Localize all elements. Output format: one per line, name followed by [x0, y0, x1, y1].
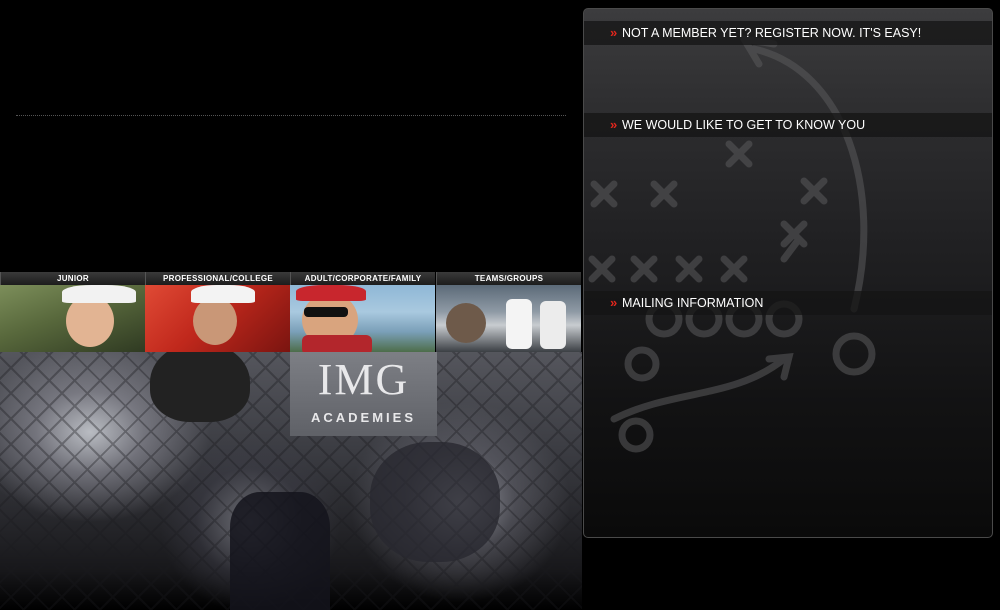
batter-helmet	[150, 352, 250, 422]
category-label: ADULT/CORPORATE/FAMILY	[290, 272, 435, 285]
section-label: MAILING INFORMATION	[622, 296, 764, 310]
category-adult-corporate-family[interactable]: ADULT/CORPORATE/FAMILY	[290, 272, 435, 352]
chevron-right-icon: »	[610, 25, 618, 40]
coach-silhouette	[370, 442, 500, 562]
adult-sunglasses	[304, 307, 348, 317]
junior-cap	[62, 285, 136, 303]
category-photo-adult	[290, 285, 435, 352]
img-academies-logo: IMG ACADEMIES	[290, 352, 437, 436]
chevron-right-icon: »	[610, 117, 618, 132]
teams-crowd	[446, 303, 486, 343]
section-label: NOT A MEMBER YET? REGISTER NOW. IT'S EAS…	[622, 26, 922, 40]
hero-collage: IMG ACADEMIES	[0, 352, 582, 610]
section-register[interactable]: » NOT A MEMBER YET? REGISTER NOW. IT'S E…	[584, 21, 992, 45]
adult-shirt	[302, 335, 372, 352]
category-photo-professional	[145, 285, 290, 352]
playbook-diagram	[588, 35, 876, 453]
category-strip: JUNIOR PROFESSIONAL/COLLEGE ADULT/CORPOR…	[0, 272, 582, 352]
section-label: WE WOULD LIKE TO GET TO KNOW YOU	[622, 118, 866, 132]
pro-cap	[191, 285, 255, 303]
dotted-divider	[16, 115, 566, 116]
pro-face	[193, 297, 237, 345]
suited-figure	[230, 492, 330, 610]
play-arc	[750, 45, 868, 313]
teams-player	[540, 301, 566, 349]
category-photo-teams	[436, 285, 581, 352]
category-label: JUNIOR	[0, 272, 145, 285]
category-junior[interactable]: JUNIOR	[0, 272, 145, 352]
category-professional-college[interactable]: PROFESSIONAL/COLLEGE	[145, 272, 290, 352]
logo-mark: IMG	[317, 355, 410, 404]
category-teams-groups[interactable]: TEAMS/GROUPS	[436, 272, 581, 352]
section-get-to-know-you[interactable]: » WE WOULD LIKE TO GET TO KNOW YOU	[584, 113, 992, 137]
category-label: TEAMS/GROUPS	[436, 272, 581, 285]
section-mailing-information[interactable]: » MAILING INFORMATION	[584, 291, 992, 315]
category-label: PROFESSIONAL/COLLEGE	[145, 272, 290, 285]
chevron-right-icon: »	[610, 295, 618, 310]
logo-subtitle: ACADEMIES	[310, 410, 416, 425]
teams-player	[506, 299, 532, 349]
registration-panel: » NOT A MEMBER YET? REGISTER NOW. IT'S E…	[583, 8, 993, 538]
adult-cap	[296, 285, 366, 301]
category-photo-junior	[0, 285, 145, 352]
